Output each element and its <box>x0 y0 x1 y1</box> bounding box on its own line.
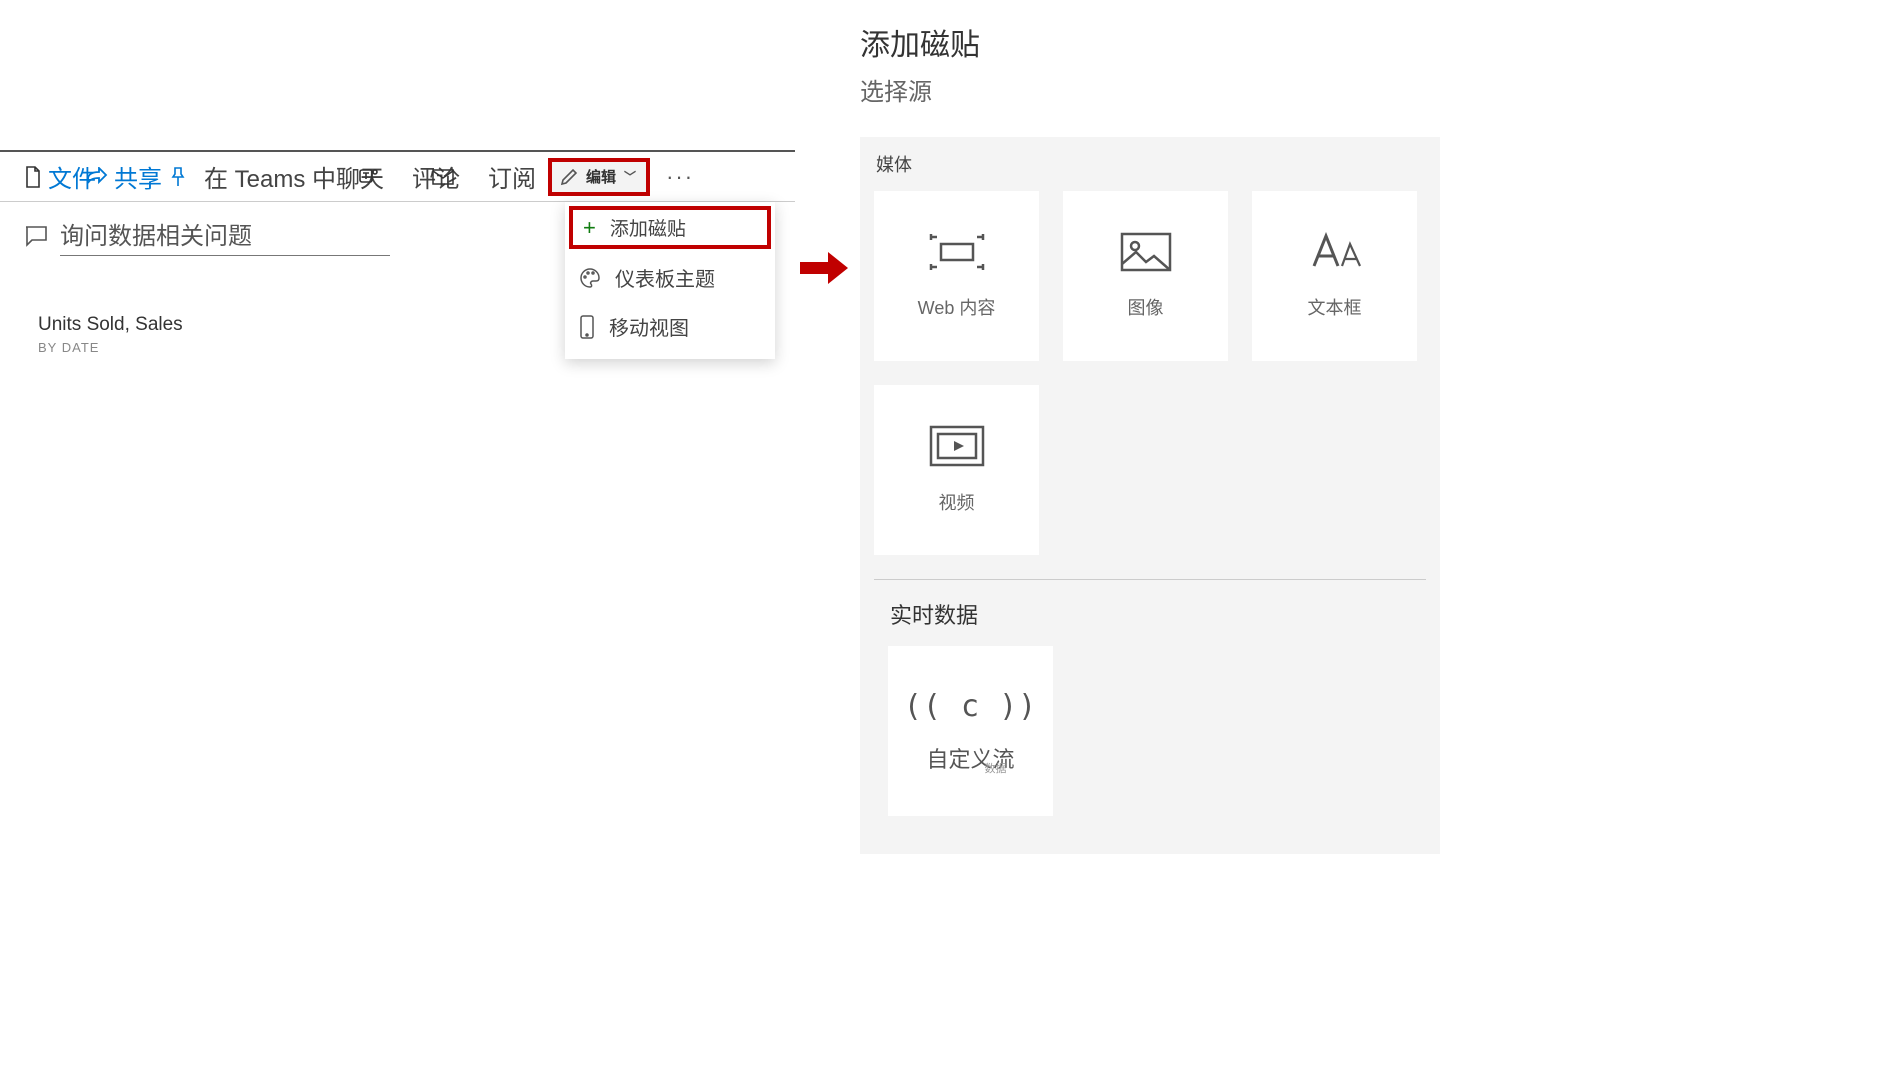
chevron-down-icon: ﹀ <box>624 168 636 185</box>
share-button[interactable]: 共享 <box>80 159 168 194</box>
video-icon <box>929 425 985 467</box>
pencil-icon <box>560 168 578 186</box>
media-tiles-grid: Web 内容 图像 文本框 视频 <box>874 191 1426 555</box>
teams-chat-label: 在 Teams 中聊天 <box>204 159 384 194</box>
section-divider <box>874 579 1426 580</box>
source-tile-image[interactable]: 图像 <box>1063 191 1228 361</box>
web-content-label: Web 内容 <box>918 294 996 320</box>
mobile-view-label: 移动视图 <box>609 312 689 341</box>
realtime-section: 实时数据 (( c )) 自定义流 数据 <box>874 598 1426 830</box>
panel-subtitle: 选择源 <box>860 72 1440 107</box>
web-content-icon <box>929 232 985 272</box>
source-tile-video[interactable]: 视频 <box>874 385 1039 555</box>
qna-placeholder: 询问数据相关问题 <box>60 223 252 250</box>
add-tile-label: 添加磁贴 <box>610 214 686 241</box>
menu-item-dashboard-theme[interactable]: 仪表板主题 <box>565 253 775 302</box>
mail-icon <box>432 169 454 185</box>
textbox-label: 文本框 <box>1308 294 1362 320</box>
edit-dropdown-button[interactable]: 编辑 ﹀ <box>548 158 650 196</box>
textbox-icon <box>1308 232 1362 272</box>
subscribe-label: 订阅 <box>488 159 536 194</box>
tile-subtitle: BY DATE <box>38 340 582 355</box>
arrow-right-icon <box>800 248 848 288</box>
media-section: 媒体 Web 内容 图像 文本框 视频 实时数据 (( c <box>860 137 1440 854</box>
source-tile-web-content[interactable]: Web 内容 <box>874 191 1039 361</box>
share-label: 共享 <box>114 159 162 194</box>
share-icon <box>86 167 108 187</box>
dashboard-theme-label: 仪表板主题 <box>615 263 715 292</box>
menu-item-add-tile[interactable]: + 添加磁贴 <box>569 206 771 249</box>
image-label: 图像 <box>1128 294 1164 320</box>
custom-stream-small: 数据 <box>984 760 1006 776</box>
edit-dropdown-menu: + 添加磁贴 仪表板主题 移动视图 <box>565 202 775 359</box>
media-section-label: 媒体 <box>874 151 1426 177</box>
pin-icon <box>170 167 186 187</box>
file-icon <box>24 166 42 188</box>
menu-item-mobile-view[interactable]: 移动视图 <box>565 302 775 351</box>
dashboard-tile[interactable]: Units Sold, Sales BY DATE <box>30 296 590 386</box>
dashboard-toolbar: 文件 共享 在 Teams 中聊天 评论 订阅 编辑 ﹀ ··· <box>0 152 795 202</box>
mobile-icon <box>579 315 595 339</box>
source-tile-textbox[interactable]: 文本框 <box>1252 191 1417 361</box>
video-label: 视频 <box>939 489 975 515</box>
add-tile-panel: 添加磁贴 选择源 媒体 Web 内容 图像 文本框 视频 实时数据 <box>860 20 1440 854</box>
custom-stream-label: 自定义流 数据 <box>926 742 1014 774</box>
palette-icon <box>579 267 601 289</box>
panel-title: 添加磁贴 <box>860 20 1440 64</box>
subscribe-button[interactable]: 订阅 <box>482 159 542 194</box>
teams-icon <box>358 166 380 188</box>
stream-icon: (( c )) <box>904 689 1037 724</box>
plus-icon: + <box>583 215 596 241</box>
source-tile-custom-stream[interactable]: (( c )) 自定义流 数据 <box>888 646 1053 816</box>
more-options-button[interactable]: ··· <box>656 164 704 190</box>
tile-title: Units Sold, Sales <box>38 314 582 336</box>
chat-icon <box>24 225 48 247</box>
edit-label: 编辑 <box>586 166 616 187</box>
image-icon <box>1120 232 1172 272</box>
realtime-section-label: 实时数据 <box>890 598 1412 630</box>
qna-input[interactable]: 询问数据相关问题 <box>60 216 390 256</box>
